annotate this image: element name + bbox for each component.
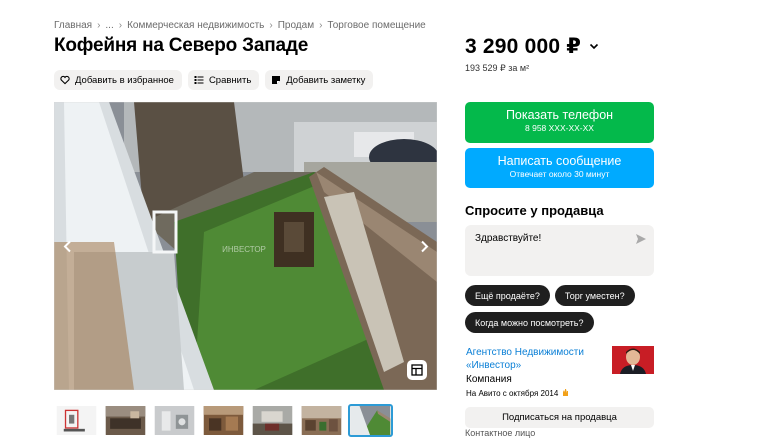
thumbnail-image xyxy=(154,406,195,435)
ask-seller-title: Спросите у продавца xyxy=(465,203,604,218)
gallery-grid-icon xyxy=(411,364,423,376)
thumbnail-image xyxy=(56,406,97,435)
add-note-button[interactable]: Добавить заметку xyxy=(265,70,374,90)
main-photo: ИНВЕСТОР xyxy=(54,102,437,390)
breadcrumb-sell[interactable]: Продам xyxy=(278,20,314,31)
thumbnail[interactable] xyxy=(103,404,148,437)
quick-question-chip[interactable]: Торг уместен? xyxy=(554,285,635,306)
breadcrumb-separator: › xyxy=(269,20,273,31)
thumbnail-strip xyxy=(54,404,393,437)
chevron-right-icon xyxy=(420,240,428,252)
breadcrumb-ellipsis[interactable]: ... xyxy=(105,20,113,31)
thumbnail-image xyxy=(350,406,391,435)
show-phone-button[interactable]: Показать телефон 8 958 XXX-XX-XX xyxy=(465,102,654,143)
thumbnail[interactable] xyxy=(299,404,344,437)
send-icon[interactable] xyxy=(635,233,647,245)
subscribe-seller-button[interactable]: Подписаться на продавца xyxy=(465,407,654,428)
hand-icon xyxy=(562,389,568,396)
breadcrumb-commercial[interactable]: Коммерческая недвижимость xyxy=(127,20,264,31)
response-time: Отвечает около 30 минут xyxy=(509,169,610,179)
price-value: 3 290 000 ₽ xyxy=(465,35,582,58)
watermark-text: ИНВЕСТОР xyxy=(222,245,266,254)
compare-icon xyxy=(194,76,204,84)
contact-person-label: Контактное лицо xyxy=(465,428,536,438)
seller-name-link[interactable]: Агентство Недвижимости «Инвестор» xyxy=(466,346,596,372)
compare-label: Сравнить xyxy=(208,74,252,86)
price-selector[interactable]: 3 290 000 ₽ xyxy=(465,34,599,59)
seller-avatar-image xyxy=(612,346,654,374)
listing-actions: Добавить в избранное Сравнить Добавить з… xyxy=(54,70,374,90)
note-icon xyxy=(272,76,281,84)
breadcrumb-home[interactable]: Главная xyxy=(54,20,92,31)
heart-icon xyxy=(60,75,70,85)
add-favorite-label: Добавить в избранное xyxy=(75,74,174,86)
add-favorite-button[interactable]: Добавить в избранное xyxy=(54,70,182,90)
phone-number-masked: 8 958 XXX-XX-XX xyxy=(525,123,594,133)
thumbnail[interactable] xyxy=(54,404,99,437)
price-per-m2: 193 529 ₽ за м² xyxy=(465,63,530,73)
ask-seller-input[interactable]: Здравствуйте! xyxy=(465,225,654,276)
add-note-label: Добавить заметку xyxy=(286,74,366,86)
thumbnail-image xyxy=(301,406,342,435)
quick-question-chip[interactable]: Ещё продаёте? xyxy=(465,285,550,306)
write-message-label: Написать сообщение xyxy=(497,154,622,168)
gallery-prev-button[interactable] xyxy=(58,235,76,257)
photo-gallery[interactable]: ИНВЕСТОР xyxy=(54,102,437,390)
breadcrumb: Главная › ... › Коммерческая недвижимост… xyxy=(54,20,426,31)
thumbnail[interactable] xyxy=(201,404,246,437)
thumbnail[interactable] xyxy=(348,404,393,437)
breadcrumb-separator: › xyxy=(319,20,323,31)
fullscreen-button[interactable] xyxy=(407,360,427,380)
quick-question-chip[interactable]: Когда можно посмотреть? xyxy=(465,312,594,333)
breadcrumb-separator: › xyxy=(97,20,101,31)
seller-since: На Авито с октября 2014 xyxy=(466,388,570,398)
gallery-next-button[interactable] xyxy=(415,235,433,257)
show-phone-label: Показать телефон xyxy=(505,108,614,122)
thumbnail-image xyxy=(252,406,293,435)
chevron-left-icon xyxy=(63,240,71,252)
thumbnail-image xyxy=(203,406,244,435)
chevron-down-icon xyxy=(590,43,599,50)
thumbnail[interactable] xyxy=(250,404,295,437)
breadcrumb-retail[interactable]: Торговое помещение xyxy=(327,20,425,31)
write-message-button[interactable]: Написать сообщение Отвечает около 30 мин… xyxy=(465,148,654,188)
thumbnail[interactable] xyxy=(152,404,197,437)
thumbnail-image xyxy=(105,406,146,435)
seller-type: Компания xyxy=(466,374,512,385)
breadcrumb-separator: › xyxy=(118,20,123,31)
page-title: Кофейня на Северо Западе xyxy=(54,35,309,56)
seller-avatar[interactable] xyxy=(612,346,654,374)
ask-seller-text: Здравствуйте! xyxy=(475,233,542,244)
compare-button[interactable]: Сравнить xyxy=(187,70,260,90)
quick-questions: Ещё продаёте? Торг уместен? Когда можно … xyxy=(465,285,665,333)
seller-since-text: На Авито с октября 2014 xyxy=(466,389,559,398)
